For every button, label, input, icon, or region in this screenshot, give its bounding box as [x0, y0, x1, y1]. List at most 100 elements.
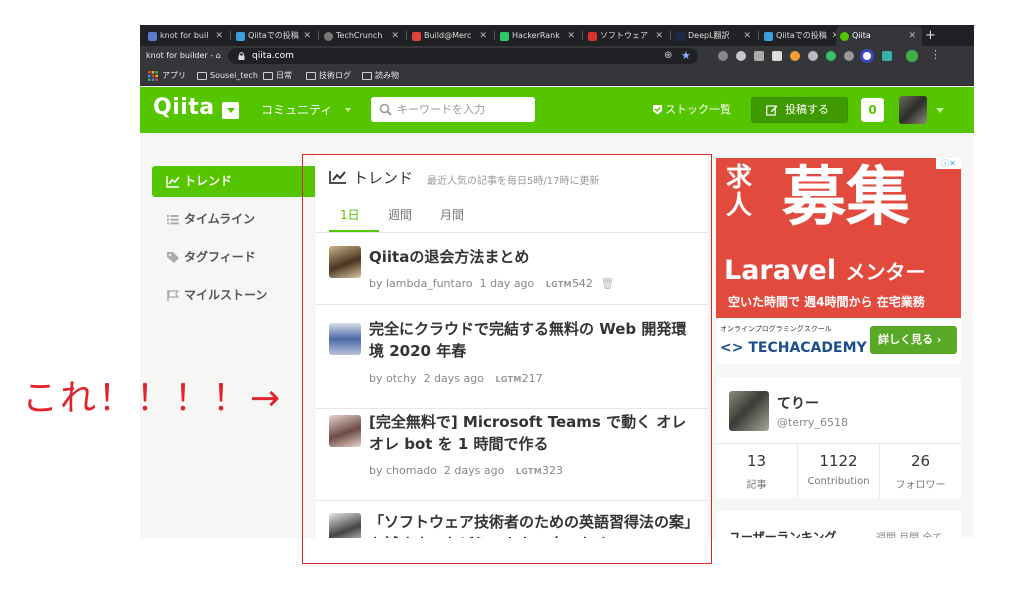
extension-icon[interactable]: [718, 51, 728, 61]
search-placeholder: キーワードを入力: [397, 103, 485, 116]
profile-icon[interactable]: [906, 50, 918, 62]
browser-tab[interactable]: Qiitaでの投稿✕: [232, 26, 317, 46]
browser-tab[interactable]: DeepL翻訳 ✕: [672, 26, 757, 46]
user-avatar[interactable]: [899, 96, 927, 124]
edit-icon: [766, 105, 778, 116]
bookmarks-bar: アプリ Sousei_tech 日常 技術ログ 読み物: [140, 66, 974, 86]
extension-icon[interactable]: [860, 49, 874, 63]
qiita-header: Qiita コミュニティ キーワードを入力 ストック一覧 投稿する 0: [140, 87, 974, 133]
browser-toolbar: knot for builder - ⌂ qiita.com ⊕ ★ ⋮: [140, 46, 974, 66]
bookmark-folder[interactable]: 日常: [263, 66, 292, 86]
browser-tab[interactable]: Qiitaでの投稿✕: [760, 26, 845, 46]
address-bar[interactable]: qiita.com ⊕ ★: [228, 48, 698, 64]
bookmark-apps[interactable]: アプリ: [148, 66, 186, 86]
logo-dropdown-icon[interactable]: [222, 102, 239, 119]
back-history-label[interactable]: knot for builder - ⌂: [146, 46, 221, 66]
chevron-down-icon[interactable]: [936, 108, 944, 113]
ad-school-label: オンラインプログラミングスクール: [720, 325, 832, 333]
menu-icon[interactable]: ⋮: [930, 48, 941, 61]
tab-favicon-icon: [840, 32, 849, 41]
folder-icon: [362, 72, 372, 80]
bookmark-folder[interactable]: 技術ログ: [306, 66, 351, 86]
stat-contribution[interactable]: 1122 Contribution: [798, 443, 879, 498]
bookmark-star-icon[interactable]: ★: [681, 49, 691, 62]
bookmark-folder[interactable]: Sousei_tech: [197, 66, 258, 86]
profile-avatar[interactable]: [729, 391, 769, 431]
sidebar-item-trend[interactable]: トレンド: [152, 166, 315, 197]
stat-articles[interactable]: 13 記事: [716, 443, 797, 498]
extension-icon[interactable]: [790, 51, 800, 61]
flag-icon: [167, 290, 179, 301]
notification-badge[interactable]: 0: [861, 98, 884, 122]
search-icon: [379, 103, 392, 116]
tab-close-icon[interactable]: ✕: [391, 26, 399, 46]
extension-icon[interactable]: [808, 51, 818, 61]
qiita-logo[interactable]: Qiita: [153, 95, 215, 120]
bookmark-folder[interactable]: 読み物: [362, 66, 399, 86]
extension-icon[interactable]: [844, 51, 854, 61]
search-input[interactable]: キーワードを入力: [371, 97, 535, 122]
browser-tab[interactable]: HackerRank ✕: [496, 26, 581, 46]
tag-icon: [167, 252, 179, 263]
tab-favicon-icon: [676, 32, 685, 41]
tab-close-icon[interactable]: ✕: [908, 26, 916, 46]
apps-grid-icon: [148, 71, 158, 81]
folder-icon: [197, 72, 207, 80]
ad-footer: オンラインプログラミングスクール <> TECHACADEMY 詳しく見る ›: [716, 318, 961, 364]
extension-icon[interactable]: [826, 51, 836, 61]
browser-tab[interactable]: knot for buil ✕: [144, 26, 229, 46]
lock-icon: [238, 52, 245, 60]
stock-icon: [653, 105, 662, 115]
folder-icon: [263, 72, 273, 80]
extension-icon[interactable]: [772, 51, 782, 61]
browser-tab[interactable]: ソフトウェア ✕: [584, 26, 669, 46]
tab-favicon-icon: [412, 32, 421, 41]
tab-favicon-icon: [588, 32, 597, 41]
annotation-text: これ！！！！→: [22, 378, 283, 419]
chevron-down-icon[interactable]: [345, 108, 351, 112]
tab-close-icon[interactable]: ✕: [567, 26, 575, 46]
ad-laravel-text: Laravel メンター: [724, 255, 926, 286]
ad-details-button[interactable]: 詳しく見る ›: [870, 326, 957, 354]
ranking-tabs[interactable]: 週間 月間 全て: [876, 529, 942, 538]
sidebar-item-tagfeed[interactable]: タグフィード: [152, 242, 315, 273]
tab-close-icon[interactable]: ✕: [303, 26, 311, 46]
browser-tab[interactable]: TechCrunch ✕: [320, 26, 405, 46]
tab-favicon-icon: [764, 32, 773, 41]
browser-tab[interactable]: Build@Merc ✕: [408, 26, 493, 46]
techacademy-logo: <> TECHACADEMY: [720, 340, 867, 356]
ad-close-icon[interactable]: ⓘ✕: [936, 158, 961, 169]
zoom-icon[interactable]: ⊕: [664, 50, 672, 61]
tab-close-icon[interactable]: ✕: [479, 26, 487, 46]
tab-close-icon[interactable]: ✕: [215, 26, 223, 46]
tab-favicon-icon: [148, 32, 157, 41]
ad-headline-large: 募集: [782, 161, 910, 235]
profile-id: @terry_6518: [777, 416, 848, 429]
profile-name[interactable]: てりー: [777, 393, 819, 413]
extension-icon[interactable]: [736, 51, 746, 61]
browser-tab-strip: knot for buil ✕ Qiitaでの投稿 ✕ TechCrunch ✕ Bu…: [140, 25, 974, 46]
folder-icon: [306, 72, 316, 80]
sidebar-item-timeline[interactable]: タイムライン: [152, 204, 315, 235]
highlight-box: [302, 154, 712, 564]
stat-followers[interactable]: 26 フォロワー: [880, 443, 961, 498]
profile-card: てりー @terry_6518 13 記事 1122 Contribution …: [716, 377, 961, 498]
ad-subline: 空いた時間で 週4時間から 在宅業務: [728, 295, 925, 309]
stock-list-link[interactable]: ストック一覧: [652, 87, 731, 133]
ranking-title: ユーザーランキング: [729, 530, 837, 538]
new-tab-button[interactable]: +: [925, 25, 936, 46]
tab-close-icon[interactable]: ✕: [655, 26, 663, 46]
extension-icon[interactable]: [882, 51, 892, 61]
browser-tab-active[interactable]: Qiita ✕: [836, 26, 922, 46]
ad-banner[interactable]: 求人 募集 Laravel メンター 空いた時間で 週4時間から 在宅業務 オン…: [716, 158, 961, 364]
sidebar-item-milestone[interactable]: マイルストーン: [152, 280, 315, 311]
home-icon[interactable]: ⌂: [216, 51, 221, 60]
tab-close-icon[interactable]: ✕: [743, 26, 751, 46]
ad-headline-small: 求人: [726, 163, 753, 221]
trend-icon: [166, 176, 180, 188]
tab-favicon-icon: [324, 32, 333, 41]
post-button[interactable]: 投稿する: [751, 97, 848, 123]
tab-favicon-icon: [500, 32, 509, 41]
community-menu[interactable]: コミュニティ: [261, 87, 332, 133]
extension-icon[interactable]: [754, 51, 764, 61]
